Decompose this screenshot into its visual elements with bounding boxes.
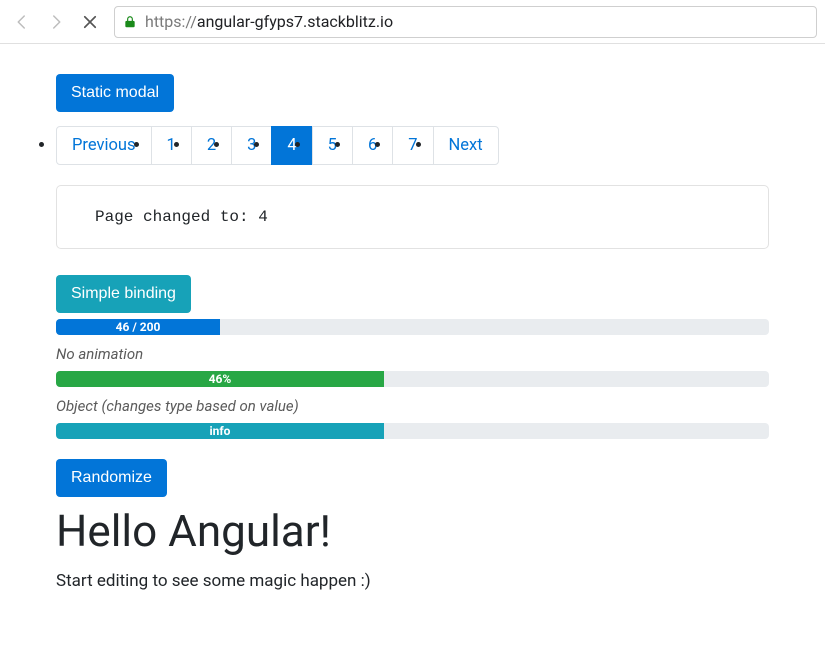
status-text: Page changed to: 4 [95,208,268,226]
arrow-right-icon [47,13,65,31]
page-next-label: Next [434,127,498,164]
progress-2: 46% [56,371,769,387]
address-bar[interactable]: https://angular-gfyps7.stackblitz.io [114,6,817,38]
page-next[interactable]: Next [433,126,499,165]
forward-button[interactable] [42,8,70,36]
randomize-button[interactable]: Randomize [56,459,167,497]
page-heading: Hello Angular! [56,505,769,557]
pagination: Previous 1234567 Next [56,126,769,165]
progress-3-bar: info [56,423,384,439]
page-link-label: 3 [232,127,271,164]
page-item-3[interactable]: 3 [231,126,272,165]
progress-1: 46 / 200 [56,319,769,335]
page-item-4[interactable]: 4 [271,126,312,165]
progress-2-bar: 46% [56,371,384,387]
page-link-label: 1 [152,127,191,164]
static-modal-button[interactable]: Static modal [56,74,174,112]
page-link-label: 2 [192,127,231,164]
page-link-label: 6 [353,127,392,164]
url-text: https://angular-gfyps7.stackblitz.io [145,12,393,31]
browser-toolbar: https://angular-gfyps7.stackblitz.io [0,0,825,44]
page-item-7[interactable]: 7 [392,126,433,165]
status-well: Page changed to: 4 [56,185,769,249]
arrow-left-icon [13,13,31,31]
progress-3: info [56,423,769,439]
progress-1-caption: No animation [56,345,769,363]
page-item-6[interactable]: 6 [352,126,393,165]
close-icon [81,13,99,31]
page-item-2[interactable]: 2 [191,126,232,165]
stop-button[interactable] [76,8,104,36]
simple-binding-button[interactable]: Simple binding [56,275,191,313]
page-content: Static modal Previous 1234567 Next Page … [0,44,825,621]
url-scheme: https:// [145,12,197,31]
page-link-label: 4 [272,127,311,164]
page-subtext: Start editing to see some magic happen :… [56,571,769,591]
progress-1-bar: 46 / 200 [56,319,220,335]
page-item-5[interactable]: 5 [312,126,353,165]
page-link-label: 5 [313,127,352,164]
lock-icon [123,15,137,29]
page-item-1[interactable]: 1 [151,126,192,165]
url-host: angular-gfyps7.stackblitz.io [197,12,393,31]
back-button[interactable] [8,8,36,36]
page-link-label: 7 [393,127,432,164]
progress-2-caption: Object (changes type based on value) [56,397,769,415]
